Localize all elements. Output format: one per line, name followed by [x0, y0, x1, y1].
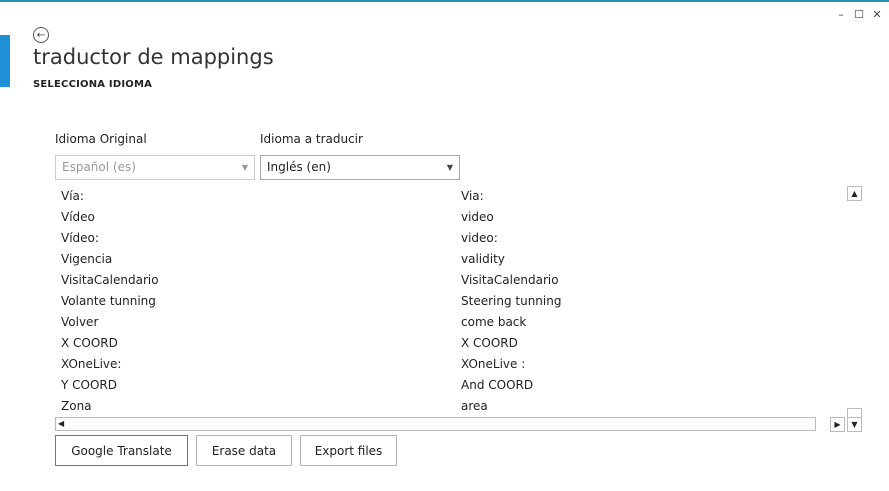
target-text[interactable]: video: [461, 207, 494, 228]
vertical-scroll-thumb[interactable]: [847, 408, 862, 417]
scroll-up-icon[interactable]: ▲: [847, 186, 862, 201]
source-text: VisitaCalendario: [61, 273, 159, 287]
source-text: X COORD: [61, 336, 118, 350]
window-top-border: [0, 0, 889, 2]
horizontal-scrollbar[interactable]: ◀: [55, 417, 816, 431]
source-text: Y COORD: [61, 378, 117, 392]
target-language-select[interactable]: Inglés (en) ▼: [260, 155, 460, 180]
mapping-list[interactable]: Vía: Via: Vídeo video Vídeo: video: Vige…: [55, 186, 841, 416]
google-translate-button[interactable]: Google Translate: [55, 435, 188, 466]
target-text[interactable]: And COORD: [461, 375, 533, 396]
chevron-down-icon: ▼: [241, 163, 248, 172]
close-icon[interactable]: ✕: [871, 8, 883, 22]
list-item[interactable]: Vídeo: video:: [55, 228, 841, 249]
source-text: XOneLive:: [61, 357, 122, 371]
target-text[interactable]: XOneLive :: [461, 354, 525, 375]
source-text: Vigencia: [61, 252, 113, 266]
list-item[interactable]: Vídeo video: [55, 207, 841, 228]
target-text[interactable]: validity: [461, 249, 505, 270]
target-text[interactable]: VisitaCalendario: [461, 270, 559, 291]
target-text[interactable]: area: [461, 396, 488, 416]
window-controls: – ☐ ✕: [835, 8, 883, 22]
list-item[interactable]: VisitaCalendario VisitaCalendario: [55, 270, 841, 291]
target-language-label: Idioma a traducir: [260, 132, 363, 146]
target-language-value: Inglés (en): [267, 160, 331, 174]
list-item[interactable]: Vía: Via:: [55, 186, 841, 207]
list-item[interactable]: Vigencia validity: [55, 249, 841, 270]
source-text: Zona: [61, 399, 92, 413]
list-item[interactable]: XOneLive: XOneLive :: [55, 354, 841, 375]
target-text[interactable]: video:: [461, 228, 498, 249]
source-text: Volante tunning: [61, 294, 156, 308]
scroll-left-icon[interactable]: ◀: [58, 418, 64, 430]
list-item[interactable]: X COORD X COORD: [55, 333, 841, 354]
target-text[interactable]: Via:: [461, 186, 484, 207]
list-item[interactable]: Zona area: [55, 396, 841, 416]
page-title: traductor de mappings: [33, 45, 274, 69]
chevron-down-icon[interactable]: ▼: [447, 156, 453, 179]
list-item[interactable]: Volver come back: [55, 312, 841, 333]
scroll-down-icon[interactable]: ▼: [847, 417, 862, 432]
target-text[interactable]: come back: [461, 312, 526, 333]
target-text[interactable]: X COORD: [461, 333, 518, 354]
back-arrow-icon[interactable]: ←: [33, 27, 49, 43]
erase-data-button[interactable]: Erase data: [196, 435, 292, 466]
maximize-icon[interactable]: ☐: [853, 8, 865, 22]
original-language-label: Idioma Original: [55, 132, 147, 146]
export-files-button[interactable]: Export files: [300, 435, 397, 466]
source-text: Vídeo: [61, 210, 95, 224]
target-text[interactable]: Steering tunning: [461, 291, 561, 312]
source-text: Vía:: [61, 189, 84, 203]
side-accent-bar: [0, 35, 10, 87]
section-subtitle: SELECCIONA IDIOMA: [33, 79, 153, 90]
minimize-icon[interactable]: –: [835, 8, 847, 22]
source-text: Volver: [61, 315, 99, 329]
original-language-select: Español (es) ▼: [55, 155, 255, 180]
list-item[interactable]: Volante tunning Steering tunning: [55, 291, 841, 312]
source-text: Vídeo:: [61, 231, 99, 245]
list-item[interactable]: Y COORD And COORD: [55, 375, 841, 396]
original-language-value: Español (es): [62, 160, 136, 174]
scroll-right-icon[interactable]: ▶: [830, 417, 845, 432]
